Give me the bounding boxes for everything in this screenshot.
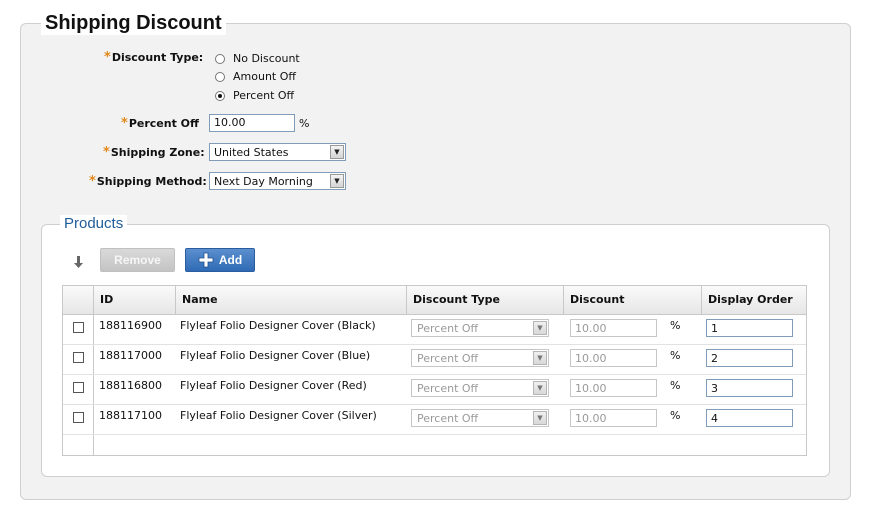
required-mark: *	[104, 50, 111, 65]
row-display-order-input[interactable]: 4	[706, 409, 793, 427]
select-value: Percent Off	[417, 322, 479, 335]
row-discount-type-select[interactable]: Percent Off ▼	[411, 409, 549, 427]
products-title: Products	[60, 215, 128, 233]
row-checkbox[interactable]	[73, 352, 84, 363]
select-value: Percent Off	[417, 352, 479, 365]
row-id: 188117000	[99, 349, 162, 362]
radio-button[interactable]	[215, 71, 225, 82]
plus-icon	[198, 252, 214, 268]
row-discount-input[interactable]: 10.00	[570, 379, 657, 397]
percent-off-label: *Percent Off	[121, 116, 199, 131]
row-percent-unit: %	[670, 349, 681, 362]
select-value: Percent Off	[417, 412, 479, 425]
header-discount[interactable]: Discount	[564, 286, 702, 314]
select-value: Percent Off	[417, 382, 479, 395]
radio-button[interactable]	[215, 53, 225, 64]
row-discount-type-select[interactable]: Percent Off ▼	[411, 379, 549, 397]
row-checkbox[interactable]	[73, 412, 84, 423]
shipping-method-select[interactable]: Next Day Morning ▼	[209, 172, 346, 190]
percent-unit: %	[299, 117, 310, 130]
radio-amount-off[interactable]: Amount Off	[215, 70, 296, 83]
row-discount-type-select[interactable]: Percent Off ▼	[411, 319, 549, 337]
radio-button-selected[interactable]	[215, 90, 225, 101]
remove-button[interactable]: Remove	[100, 248, 175, 272]
table-row: 188117100 Flyleaf Folio Designer Cover (…	[63, 404, 806, 435]
page-title: Shipping Discount	[41, 11, 226, 35]
row-percent-unit: %	[670, 409, 681, 422]
required-mark: *	[103, 145, 110, 160]
table-header: ID Name Discount Type Discount Display O…	[63, 286, 806, 315]
row-name: Flyleaf Folio Designer Cover (Silver)	[180, 409, 377, 422]
chevron-down-icon[interactable]: ▼	[330, 145, 344, 159]
row-discount-type-select[interactable]: Percent Off ▼	[411, 349, 549, 367]
row-id: 188117100	[99, 409, 162, 422]
row-name: Flyleaf Folio Designer Cover (Black)	[180, 319, 376, 332]
header-discount-type[interactable]: Discount Type	[407, 286, 564, 314]
row-id: 188116900	[99, 319, 162, 332]
shipping-zone-label: *Shipping Zone:	[103, 145, 205, 160]
chevron-down-icon[interactable]: ▼	[330, 174, 344, 188]
required-mark: *	[89, 174, 96, 189]
shipping-method-label: *Shipping Method:	[89, 174, 207, 189]
percent-off-input[interactable]: 10.00	[209, 114, 295, 132]
sort-down-arrow-icon[interactable]	[73, 255, 85, 269]
row-discount-input[interactable]: 10.00	[570, 319, 657, 337]
radio-label: Percent Off	[233, 89, 295, 102]
chevron-down-icon[interactable]: ▼	[533, 351, 547, 365]
radio-label: Amount Off	[233, 70, 296, 83]
radio-percent-off[interactable]: Percent Off	[215, 89, 294, 102]
add-button-label: Add	[218, 253, 243, 267]
table-row: 188116900 Flyleaf Folio Designer Cover (…	[63, 314, 806, 345]
radio-label: No Discount	[233, 52, 300, 65]
row-name: Flyleaf Folio Designer Cover (Blue)	[180, 349, 371, 362]
required-mark: *	[121, 116, 128, 131]
table-row: 188117000 Flyleaf Folio Designer Cover (…	[63, 344, 806, 375]
row-percent-unit: %	[670, 379, 681, 392]
row-checkbox[interactable]	[73, 382, 84, 393]
chevron-down-icon[interactable]: ▼	[533, 321, 547, 335]
header-name[interactable]: Name	[176, 286, 407, 314]
add-button[interactable]: Add	[185, 248, 255, 272]
row-checkbox[interactable]	[73, 322, 84, 333]
row-display-order-input[interactable]: 1	[706, 319, 793, 337]
row-display-order-input[interactable]: 3	[706, 379, 793, 397]
row-name: Flyleaf Folio Designer Cover (Red)	[180, 379, 367, 392]
chevron-down-icon[interactable]: ▼	[533, 381, 547, 395]
row-discount-input[interactable]: 10.00	[570, 409, 657, 427]
header-id[interactable]: ID	[94, 286, 176, 314]
chevron-down-icon[interactable]: ▼	[533, 411, 547, 425]
table-row: 188116800 Flyleaf Folio Designer Cover (…	[63, 374, 806, 405]
row-display-order-input[interactable]: 2	[706, 349, 793, 367]
row-discount-input[interactable]: 10.00	[570, 349, 657, 367]
header-select	[63, 286, 94, 314]
select-value: United States	[214, 146, 289, 159]
row-percent-unit: %	[670, 319, 681, 332]
products-table: ID Name Discount Type Discount Display O…	[62, 285, 807, 456]
header-display-order[interactable]: Display Order	[702, 286, 806, 314]
radio-no-discount[interactable]: No Discount	[215, 52, 300, 65]
row-id: 188116800	[99, 379, 162, 392]
discount-type-label: *Discount Type:	[104, 50, 204, 65]
select-value: Next Day Morning	[214, 175, 313, 188]
shipping-zone-select[interactable]: United States ▼	[209, 143, 346, 161]
remove-button-label: Remove	[114, 253, 161, 267]
